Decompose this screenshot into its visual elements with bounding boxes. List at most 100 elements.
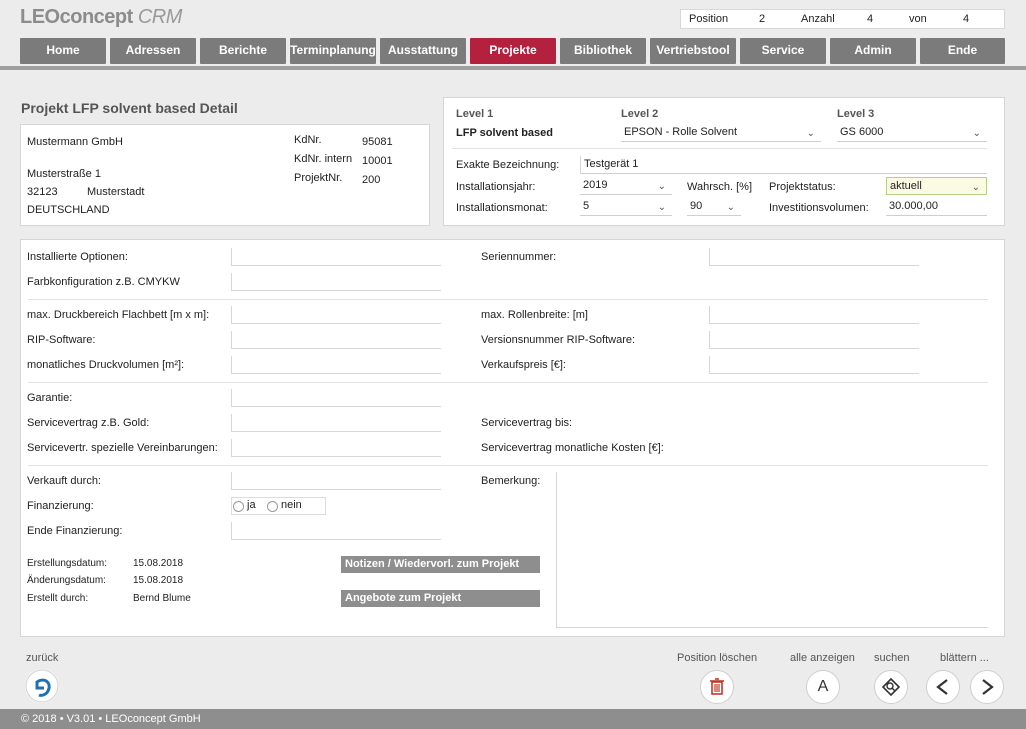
browse-label: blättern ... [940,652,989,664]
delete-button[interactable] [700,670,734,704]
garantie-input[interactable] [231,389,441,407]
prev-button[interactable] [926,670,960,704]
projektnr-value: 200 [362,174,381,186]
divider [28,299,988,300]
geaendert-label: Änderungsdatum: [27,575,106,586]
inst-monat-select[interactable]: 5 ⌄ [580,198,672,216]
nav-ausstattung[interactable]: Ausstattung [380,38,466,64]
chevron-down-icon: ⌄ [657,181,666,192]
wahrsch-select[interactable]: 90 ⌄ [687,198,741,216]
ende-fin-input[interactable] [231,522,441,540]
chevron-down-icon: ⌄ [971,182,980,193]
servicevertrag-input[interactable] [231,414,441,432]
level2-select[interactable]: EPSON - Rolle Solvent ⌄ [621,124,821,142]
position-label: Position [689,13,729,25]
kdnr-intern-value: 10001 [362,155,393,167]
level3-label: Level 3 [837,108,875,120]
nav-vertriebstool[interactable]: Vertriebstool [650,38,736,64]
rip-input[interactable] [231,331,441,349]
divider [452,148,987,149]
copyright-bar: © 2018 • V3.01 • LEOconcept GmbH [0,709,1026,729]
bezeichnung-input[interactable]: Testgerät 1 [580,156,987,174]
druckbereich-input[interactable] [231,306,441,324]
druckbereich-label: max. Druckbereich Flachbett [m x m]: [27,309,210,321]
logo-main: LEOconcept [20,6,133,28]
address-panel: Mustermann GmbH Musterstraße 1 32123 Mus… [20,124,430,226]
nav-admin[interactable]: Admin [830,38,916,64]
divider [28,382,988,383]
show-all-button[interactable]: A [806,670,840,704]
notizen-button[interactable]: Notizen / Wiedervorl. zum Projekt [341,556,540,573]
city: Musterstadt [87,186,145,198]
fin-ja-radio[interactable] [233,501,244,512]
show-all-label: alle anzeigen [790,652,855,664]
kdnr-value: 95081 [362,136,393,148]
country: DEUTSCHLAND [27,204,110,216]
invest-input[interactable]: 30.000,00 [886,198,987,216]
nav-terminplanung[interactable]: Terminplanung [290,38,376,64]
optionen-input[interactable] [231,248,441,266]
inst-monat-label: Installationsmonat: [456,202,548,214]
of-label: von [909,13,927,25]
erstellt-durch-label: Erstellt durch: [27,593,89,604]
status-label: Projektstatus: [769,181,836,193]
status-value: aktuell [890,180,922,192]
optionen-label: Installierte Optionen: [27,251,128,263]
rip-version-label: Versionsnummer RIP-Software: [481,334,636,346]
back-label: zurück [26,652,59,664]
verkauft-input[interactable] [231,472,441,490]
nav-service[interactable]: Service [740,38,826,64]
rip-label: RIP-Software: [27,334,96,346]
position-value: 2 [759,13,766,25]
bezeichnung-label: Exakte Bezeichnung: [456,159,560,171]
verkaufspreis-input[interactable] [709,356,919,374]
seriennummer-input[interactable] [709,248,919,266]
level1-label: Level 1 [456,108,494,120]
bemerkung-textarea[interactable] [556,472,988,628]
garantie-label: Garantie: [27,392,73,404]
wahrsch-value: 90 [690,200,703,212]
finanzierung-radio-group: ja nein [231,497,326,515]
back-arrow-icon [25,669,59,703]
druckvolumen-label: monatliches Druckvolumen [m²]: [27,359,185,371]
nav-bibliothek[interactable]: Bibliothek [560,38,646,64]
chevron-down-icon: ⌄ [806,128,815,139]
of-value: 4 [963,13,970,25]
chevron-right-icon [982,679,994,695]
nav-adressen[interactable]: Adressen [110,38,196,64]
nav-ende[interactable]: Ende [920,38,1005,64]
druckvolumen-input[interactable] [231,356,441,374]
inst-jahr-label: Installationsjahr: [456,181,536,193]
zip: 32123 [27,186,58,198]
nav-projekte[interactable]: Projekte [470,38,556,64]
inst-monat-value: 5 [583,200,590,212]
inst-jahr-select[interactable]: 2019 ⌄ [580,177,672,195]
farbkonfig-input[interactable] [231,273,441,291]
kdnr-label: KdNr. [294,134,322,146]
servicevertrag-bis-label: Servicevertrag bis: [481,417,573,429]
next-button[interactable] [970,670,1004,704]
fin-nein-label: nein [281,499,302,511]
vereinbarungen-label: Servicevertr. spezielle Vereinbarungen: [27,442,218,454]
nav-berichte[interactable]: Berichte [200,38,286,64]
search-button[interactable] [874,670,908,704]
rollenbreite-input[interactable] [709,306,919,324]
chevron-down-icon: ⌄ [726,202,735,213]
vereinbarungen-input[interactable] [231,439,441,457]
fin-nein-radio[interactable] [267,501,278,512]
nav-home[interactable]: Home [20,38,106,64]
erstellt-label: Erstellungsdatum: [27,558,108,569]
level2-label: Level 2 [621,108,659,120]
angebote-button[interactable]: Angebote zum Projekt [341,590,540,607]
chevron-left-icon [936,679,948,695]
back-button[interactable] [25,669,59,703]
delete-label: Position löschen [677,652,758,664]
count-label: Anzahl [801,13,835,25]
status-select[interactable]: aktuell ⌄ [886,177,987,195]
sv-kosten-label: Servicevertrag monatliche Kosten [€]: [481,442,664,454]
levels-panel: Level 1 LFP solvent based Level 2 EPSON … [443,97,1005,226]
erstellt-durch-value: Bernd Blume [133,593,191,604]
level3-select[interactable]: GS 6000 ⌄ [837,124,987,142]
invest-label: Investitionsvolumen: [769,202,869,214]
rip-version-input[interactable] [709,331,919,349]
